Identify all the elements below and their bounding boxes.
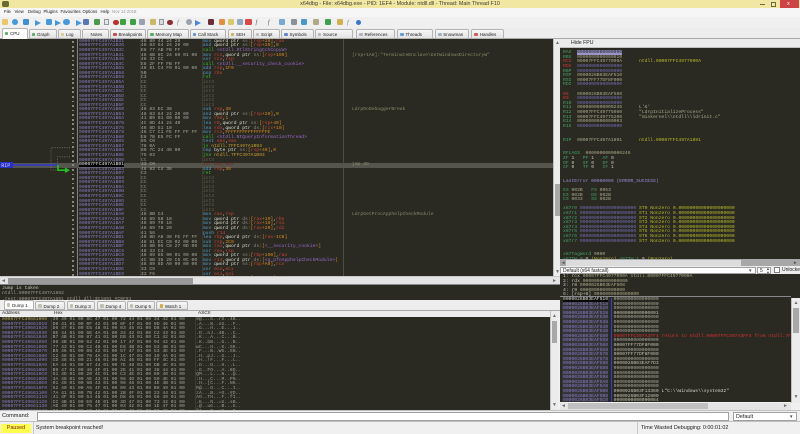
svg-text:RIP: RIP bbox=[1, 163, 10, 169]
